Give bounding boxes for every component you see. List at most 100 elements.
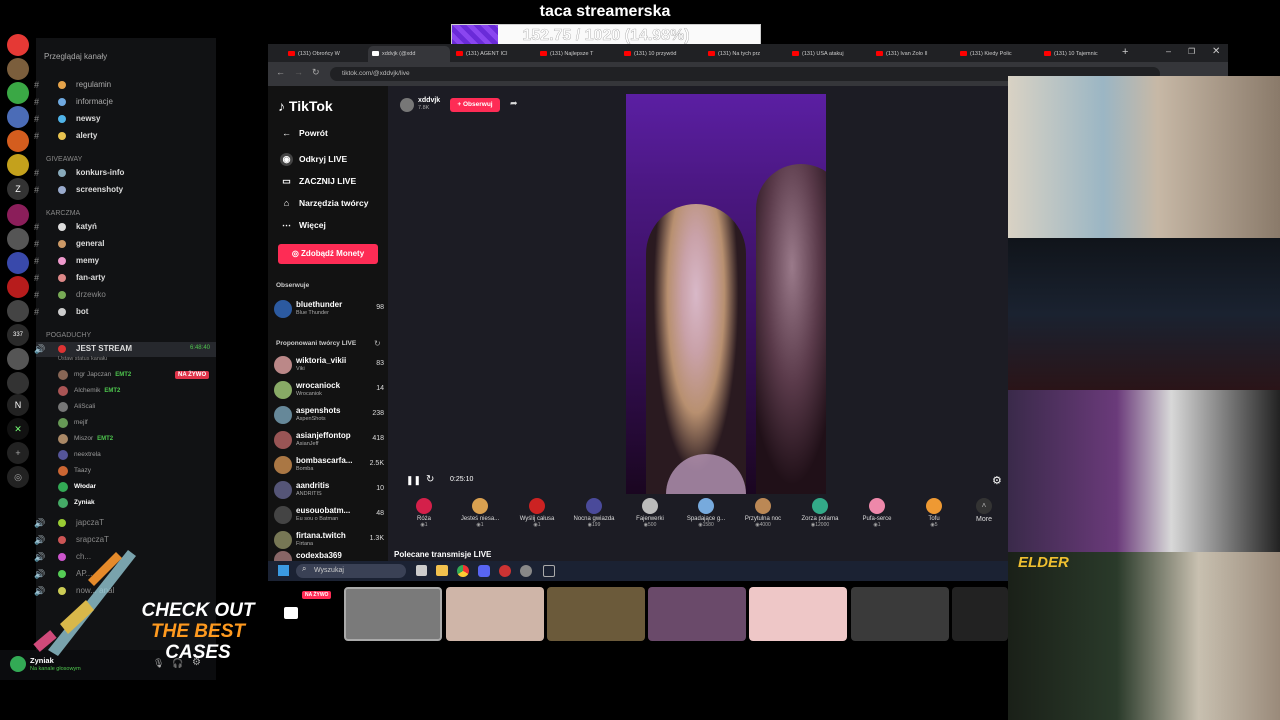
browser-tab-active[interactable]: xddvjk (@xdd [368, 46, 450, 62]
suggested-item[interactable]: aspenshots AspenShots 238 [274, 405, 384, 425]
server-icon[interactable] [7, 34, 29, 56]
channel-item[interactable]: # newsy [34, 112, 216, 127]
server-icon[interactable] [7, 300, 29, 322]
browser-tab[interactable]: (131) Najlepsze T [536, 46, 618, 62]
browser-tab[interactable]: (131) Obrońcy W [284, 46, 366, 62]
live-card[interactable] [284, 607, 298, 619]
folder-icon[interactable] [436, 565, 448, 576]
gift-item[interactable]: Fajerwerki ◉500 [624, 498, 676, 528]
follow-button[interactable]: + Obserwuj [450, 98, 500, 112]
streamer-name[interactable]: xddvjk [418, 97, 440, 104]
gift-item[interactable]: Nocna gwiazda ◉199 [568, 498, 620, 528]
gift-item[interactable]: Wyślij całusa ◉1 [511, 498, 563, 528]
voice-user[interactable]: Miszor EMT2 [58, 432, 218, 447]
voice-user[interactable]: mejlf [58, 416, 218, 431]
channel-item[interactable]: # screenshoty [34, 183, 216, 198]
live-thumbnail[interactable] [446, 587, 544, 641]
app-icon[interactable] [543, 565, 555, 577]
pause-icon[interactable]: ❚❚ [406, 475, 421, 486]
live-video[interactable] [626, 94, 826, 494]
voice-user[interactable]: AliScali [58, 400, 218, 415]
refresh-icon[interactable]: ↻ [374, 339, 381, 348]
share-icon[interactable]: ➦ [510, 98, 518, 109]
nav-back[interactable]: ← Powrót [280, 127, 328, 140]
suggested-item[interactable]: firtana.twitch Firtana 1.3K [274, 530, 384, 550]
server-icon[interactable] [7, 130, 29, 152]
live-thumbnail[interactable] [749, 587, 847, 641]
browse-channels[interactable]: Przeglądaj kanały [44, 52, 107, 61]
server-icon[interactable]: N [7, 394, 29, 416]
browser-tab[interactable]: (131) 10 przywód [620, 46, 702, 62]
reload-icon[interactable]: ↻ [312, 67, 320, 78]
voice-user[interactable]: Taazy [58, 464, 218, 479]
task-view-icon[interactable] [416, 565, 427, 576]
nav-discover-live[interactable]: ◉ Odkryj LIVE [280, 153, 347, 166]
server-icon[interactable] [7, 106, 29, 128]
channel-item[interactable]: # regulamin [34, 78, 216, 93]
voice-user[interactable]: Zyniak [58, 496, 218, 511]
app-icon[interactable] [499, 565, 511, 577]
new-tab-icon[interactable]: + [1122, 46, 1128, 58]
avatar[interactable] [400, 98, 414, 112]
channel-item[interactable]: # informacje [34, 95, 216, 110]
server-icon[interactable] [7, 228, 29, 250]
gift-item[interactable]: Jesteś niesa... ◉1 [454, 498, 506, 528]
server-icon[interactable]: ✕ [7, 418, 29, 440]
app-icon[interactable] [520, 565, 532, 577]
add-server-icon[interactable]: + [7, 442, 29, 464]
close-icon[interactable]: ✕ [1212, 46, 1220, 57]
server-icon[interactable] [7, 58, 29, 80]
chrome-icon[interactable] [457, 565, 469, 577]
channel-item[interactable]: # bot [34, 305, 216, 320]
server-icon[interactable] [7, 154, 29, 176]
channel-item[interactable]: # drzewko [34, 288, 216, 303]
voice-channel-stream[interactable]: 🔊 JEST STREAM 6:48:40 [34, 342, 216, 357]
channel-item[interactable]: # general [34, 237, 216, 252]
server-icon[interactable] [7, 82, 29, 104]
browser-tab[interactable]: (131) 10 Tajemnic [1040, 46, 1122, 62]
category-giveaway[interactable]: GIVEAWAY [46, 156, 82, 163]
gift-item[interactable]: Tofu ◉5 [908, 498, 960, 528]
gift-item[interactable]: Przytulna noc ◉4000 [737, 498, 789, 528]
server-icon[interactable] [7, 204, 29, 226]
windows-start-icon[interactable] [278, 565, 289, 576]
gift-item[interactable]: Zorza polarna ◉12000 [794, 498, 846, 528]
get-coins-button[interactable]: ◎ Zdobądź Monety [278, 244, 378, 264]
voice-channel[interactable]: 🔊 japczaT [34, 516, 216, 531]
browser-tab[interactable]: (131) AGENT ICI [452, 46, 534, 62]
category-karczma[interactable]: KARCZMA [46, 210, 80, 217]
browser-tab[interactable]: (131) Na tych prz [704, 46, 786, 62]
settings-icon[interactable]: ⚙ [992, 474, 1002, 487]
browser-tab[interactable]: (131) USA atakuj [788, 46, 870, 62]
suggested-item[interactable]: eusouobatm... Eu sou o Batman 48 [274, 505, 384, 525]
channel-item[interactable]: # memy [34, 254, 216, 269]
channel-item[interactable]: # konkurs-info [34, 166, 216, 181]
gift-item[interactable]: Róża ◉1 [398, 498, 450, 528]
server-icon[interactable] [7, 252, 29, 274]
ad-text[interactable]: CHECK OUT THE BEST CASES [138, 600, 258, 663]
voice-user[interactable]: neextrela [58, 448, 218, 463]
avatar[interactable] [10, 656, 26, 672]
server-icon[interactable] [7, 372, 29, 394]
suggested-item[interactable]: aandritis ANDRITIS 10 [274, 480, 384, 500]
minimize-icon[interactable]: – [1166, 46, 1171, 56]
reload-icon[interactable]: ↻ [426, 474, 434, 485]
taskbar-search[interactable]: Wyszukaj [296, 564, 406, 578]
tiktok-logo[interactable]: ♪ TikTok [278, 98, 333, 114]
forward-icon[interactable]: → [294, 67, 303, 77]
suggested-item[interactable]: asianjeffontop AsianJeff 418 [274, 430, 384, 450]
server-badge[interactable]: 337 [7, 324, 29, 346]
voice-status[interactable]: Ustaw status kanału [58, 356, 107, 362]
browser-tab[interactable]: (131) Ivan Zolo II [872, 46, 954, 62]
suggested-item[interactable]: wrocaniock Wrocaniok 14 [274, 380, 384, 400]
discord-icon[interactable] [478, 565, 490, 577]
voice-user[interactable]: mgr Japczan EMT2 [58, 368, 218, 383]
voice-user[interactable]: Włodar [58, 480, 218, 495]
category-pogaduchy[interactable]: POGADUCHY [46, 332, 91, 339]
voice-user[interactable]: Alchemik EMT2 [58, 384, 218, 399]
gift-item[interactable]: Pufa-serce ◉1 [851, 498, 903, 528]
suggested-item[interactable]: wiktoria_vikii Viki 83 [274, 355, 384, 375]
nav-creator-tools[interactable]: ⌂ Narzędzia twórcy [280, 197, 369, 210]
channel-item[interactable]: # alerty [34, 129, 216, 144]
channel-item[interactable]: # fan-arty [34, 271, 216, 286]
